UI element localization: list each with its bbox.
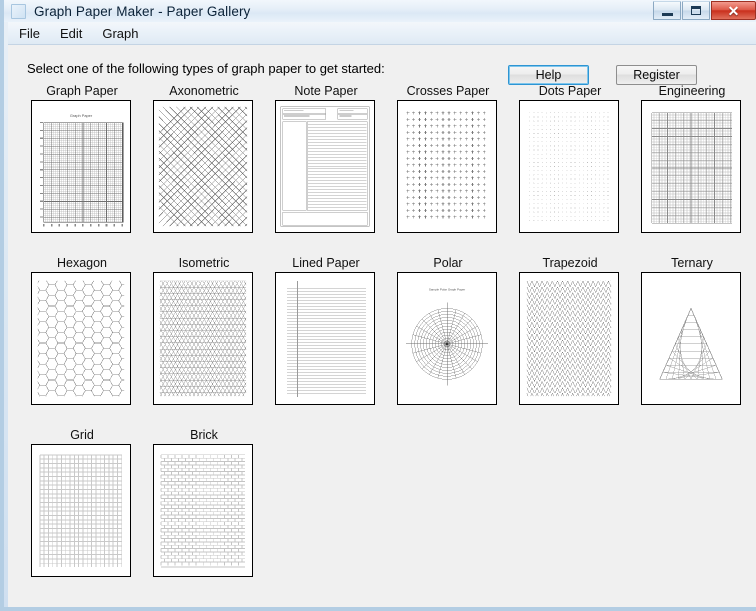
paper-row: Hexagon Isometric Lined Paper Polar Sample P…: [8, 255, 756, 427]
paper-type-label: Lined Paper: [275, 255, 377, 272]
menu-item-file[interactable]: File: [10, 23, 49, 44]
paper-type-engineering[interactable]: Engineering: [641, 83, 743, 233]
paper-type-label: Ternary: [641, 255, 743, 272]
paper-thumbnail-dots[interactable]: [519, 100, 619, 233]
paper-type-label: Hexagon: [31, 255, 133, 272]
minimize-button[interactable]: [653, 1, 681, 20]
paper-type-hexagon[interactable]: Hexagon: [31, 255, 133, 405]
application-window: Graph Paper Maker - Paper Gallery ✕ File…: [0, 0, 756, 611]
paper-gallery-grid: Graph Paper Graph Paper Axonometric Note Pa…: [8, 83, 756, 599]
paper-thumbnail-note[interactable]: [275, 100, 375, 233]
paper-type-label: Axonometric: [153, 83, 255, 100]
client-area: Select one of the following types of gra…: [8, 45, 756, 607]
paper-type-crosses[interactable]: Crosses Paper: [397, 83, 499, 233]
paper-thumbnail-brick[interactable]: [153, 444, 253, 577]
paper-type-ternary[interactable]: Ternary: [641, 255, 743, 405]
paper-thumbnail-lined[interactable]: [275, 272, 375, 405]
paper-type-label: Isometric: [153, 255, 255, 272]
close-button[interactable]: ✕: [711, 1, 756, 20]
menu-bar: File Edit Graph: [8, 22, 756, 45]
paper-type-axonometric[interactable]: Axonometric: [153, 83, 255, 233]
paper-thumbnail-polar[interactable]: Sample Polar Graph Paper: [397, 272, 497, 405]
paper-type-note[interactable]: Note Paper: [275, 83, 377, 233]
window-title: Graph Paper Maker - Paper Gallery: [34, 4, 250, 19]
paper-thumbnail-engineering[interactable]: [641, 100, 741, 233]
paper-type-trapezoid[interactable]: Trapezoid: [519, 255, 621, 405]
maximize-icon: [691, 6, 701, 15]
paper-type-label: Brick: [153, 427, 255, 444]
paper-thumbnail-hexagon[interactable]: [31, 272, 131, 405]
paper-thumbnail-graph[interactable]: Graph Paper: [31, 100, 131, 233]
paper-type-graph[interactable]: Graph Paper Graph Paper: [31, 83, 133, 233]
menu-item-edit[interactable]: Edit: [51, 23, 91, 44]
minimize-icon: [662, 13, 673, 16]
svg-text:Graph Paper: Graph Paper: [70, 113, 93, 118]
maximize-button[interactable]: [682, 1, 710, 20]
paper-type-label: Trapezoid: [519, 255, 621, 272]
app-window-icon: [11, 4, 26, 19]
paper-type-label: Crosses Paper: [397, 83, 499, 100]
paper-thumbnail-isometric[interactable]: [153, 272, 253, 405]
paper-type-polar[interactable]: Polar Sample Polar Graph Paper: [397, 255, 499, 405]
help-button[interactable]: Help: [508, 65, 589, 85]
paper-type-label: Graph Paper: [31, 83, 133, 100]
paper-type-dots[interactable]: Dots Paper: [519, 83, 621, 233]
paper-type-label: Note Paper: [275, 83, 377, 100]
paper-type-label: Polar: [397, 255, 499, 272]
paper-type-isometric[interactable]: Isometric: [153, 255, 255, 405]
register-button[interactable]: Register: [616, 65, 697, 85]
title-bar: Graph Paper Maker - Paper Gallery ✕: [4, 0, 756, 22]
paper-thumbnail-ternary[interactable]: [641, 272, 741, 405]
paper-thumbnail-trapezoid[interactable]: [519, 272, 619, 405]
paper-type-lined[interactable]: Lined Paper: [275, 255, 377, 405]
paper-type-brick[interactable]: Brick: [153, 427, 255, 577]
paper-type-grid[interactable]: Grid: [31, 427, 133, 577]
paper-type-label: Dots Paper: [519, 83, 621, 100]
paper-row: Graph Paper Graph Paper Axonometric Note Pa…: [8, 83, 756, 255]
paper-thumbnail-crosses[interactable]: [397, 100, 497, 233]
instruction-text: Select one of the following types of gra…: [27, 61, 385, 76]
svg-text:Sample Polar Graph Paper: Sample Polar Graph Paper: [429, 288, 465, 292]
paper-type-label: Engineering: [641, 83, 743, 100]
menu-item-graph[interactable]: Graph: [93, 23, 147, 44]
close-icon: ✕: [728, 4, 740, 18]
paper-row: Grid Brick: [8, 427, 756, 599]
window-controls: ✕: [652, 1, 756, 20]
paper-thumbnail-grid[interactable]: [31, 444, 131, 577]
paper-type-label: Grid: [31, 427, 133, 444]
paper-thumbnail-axonometric[interactable]: [153, 100, 253, 233]
